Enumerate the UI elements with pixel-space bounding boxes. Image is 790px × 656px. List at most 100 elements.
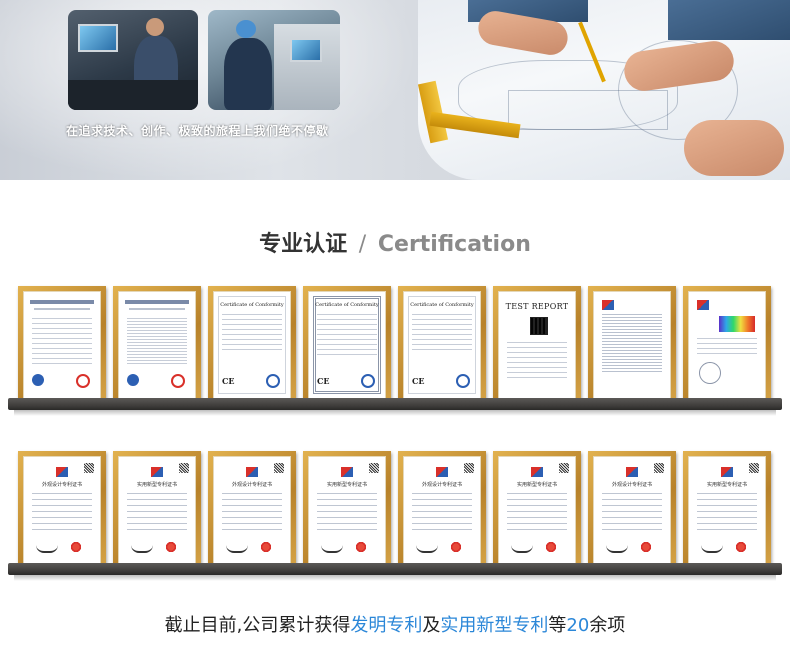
qr-code-icon — [654, 463, 664, 473]
certificate-title: Certificate of Conformity — [410, 302, 474, 308]
ce-mark-icon: CE — [222, 376, 235, 386]
subheader — [34, 308, 90, 310]
report-title: TEST REPORT — [505, 302, 569, 311]
qr-code-icon — [84, 463, 94, 473]
certificate-frame: TEST REPORT — [493, 286, 581, 404]
signature-icon — [701, 545, 723, 553]
helmet — [236, 20, 256, 38]
qr-code-icon — [530, 317, 548, 335]
patent-title: 外观设计专利证书 — [231, 482, 272, 488]
qr-code-icon — [369, 463, 379, 473]
text-lines — [222, 493, 282, 533]
summary-prefix: 截止目前,公司累计获得 — [164, 615, 351, 636]
seal-icon — [543, 539, 559, 555]
patent-frame: 外观设计专利证书 — [208, 451, 296, 569]
machine-display — [290, 38, 322, 62]
test-report: TEST REPORT — [498, 291, 576, 399]
certificate-frame: Certificate of Conformity CE — [398, 286, 486, 404]
text-lines — [507, 342, 567, 378]
seal-icon — [68, 539, 84, 555]
section-title: 专业认证 / Certification — [0, 226, 790, 258]
patent-certificate: 外观设计专利证书 — [403, 456, 481, 564]
certificate-title: Certificate of Conformity — [315, 302, 379, 308]
signature-icon — [606, 545, 628, 553]
patent-title: 实用新型专利证书 — [516, 482, 557, 488]
ce-certificate: Certificate of Conformity CE — [308, 291, 386, 399]
patent-frame: 外观设计专利证书 — [18, 451, 106, 569]
certificate-frame — [18, 286, 106, 404]
patent-frame: 实用新型专利证书 — [493, 451, 581, 569]
header-bar — [125, 300, 189, 304]
ccc-logo-icon — [32, 374, 44, 386]
ccc-certificate — [23, 291, 101, 399]
patent-emblem-icon — [341, 467, 353, 477]
shelf-board — [8, 398, 782, 410]
summary-suffix: 余项 — [589, 615, 626, 636]
text-lines — [32, 318, 92, 366]
hero-caption: 在追求技术、创作、极致的旅程上我们绝不停歇 — [66, 124, 329, 138]
shelf-shadow — [14, 410, 776, 416]
header-bar — [30, 300, 94, 304]
certificate-frame — [113, 286, 201, 404]
invention-patent-highlight: 发明专利 — [350, 615, 423, 636]
text-lines — [317, 314, 377, 358]
patent-certificate: 外观设计专利证书 — [213, 456, 291, 564]
patent-certificate: 外观设计专利证书 — [593, 456, 671, 564]
certificate-frame: Certificate of Conformity CE — [303, 286, 391, 404]
spectrum-graph-icon — [719, 316, 755, 332]
qr-code-icon — [749, 463, 759, 473]
ce-mark-icon: CE — [412, 376, 425, 386]
seal-icon — [258, 539, 274, 555]
seal-icon — [361, 374, 375, 388]
ccc-certificate — [118, 291, 196, 399]
seal-icon — [171, 374, 185, 388]
text-lines — [222, 314, 282, 354]
patent-emblem-icon — [246, 467, 258, 477]
text-lines — [697, 338, 757, 358]
certificate-title: Certificate of Conformity — [220, 302, 284, 308]
patent-certificate: 实用新型专利证书 — [498, 456, 576, 564]
text-lines — [507, 493, 567, 533]
shelf-shadow — [14, 575, 776, 581]
table-lines — [127, 318, 187, 366]
qr-code-icon — [274, 463, 284, 473]
text-lines — [602, 493, 662, 533]
patent-frame: 外观设计专利证书 — [398, 451, 486, 569]
sleeve — [668, 0, 790, 40]
title-separator: / — [358, 232, 367, 257]
seal-icon — [353, 539, 369, 555]
person-head — [146, 18, 164, 36]
ccc-logo-icon — [127, 374, 139, 386]
patent-title: 外观设计专利证书 — [41, 482, 82, 488]
title-en: Certification — [377, 232, 531, 257]
signature-icon — [321, 545, 343, 553]
signature-icon — [226, 545, 248, 553]
patent-emblem-icon — [151, 467, 163, 477]
spectrum-report — [688, 291, 766, 399]
patent-frame: 实用新型专利证书 — [303, 451, 391, 569]
seal-icon — [163, 539, 179, 555]
patent-emblem-icon — [626, 467, 638, 477]
seal-icon — [76, 374, 90, 388]
seal-icon — [733, 539, 749, 555]
text-lines — [32, 493, 92, 533]
certificate-frame — [683, 286, 771, 404]
signature-icon — [36, 545, 58, 553]
blueprint-photo — [418, 0, 790, 180]
brand-logo-icon — [697, 300, 709, 310]
summary-middle: 及 — [422, 615, 441, 636]
patent-frame: 外观设计专利证书 — [588, 451, 676, 569]
patent-certificate: 实用新型专利证书 — [688, 456, 766, 564]
text-lines — [412, 493, 472, 533]
brand-logo-icon — [602, 300, 614, 310]
patent-title: 实用新型专利证书 — [706, 482, 747, 488]
seal-icon — [266, 374, 280, 388]
ce-certificate: Certificate of Conformity CE — [403, 291, 481, 399]
qr-code-icon — [179, 463, 189, 473]
patent-summary: 截止目前,公司累计获得发明专利及实用新型专利等20余项 — [0, 611, 790, 637]
shelf-board — [8, 563, 782, 575]
laptop-screen — [78, 24, 118, 52]
text-lines — [697, 493, 757, 533]
seal-icon — [448, 539, 464, 555]
machine-panel — [274, 24, 340, 110]
